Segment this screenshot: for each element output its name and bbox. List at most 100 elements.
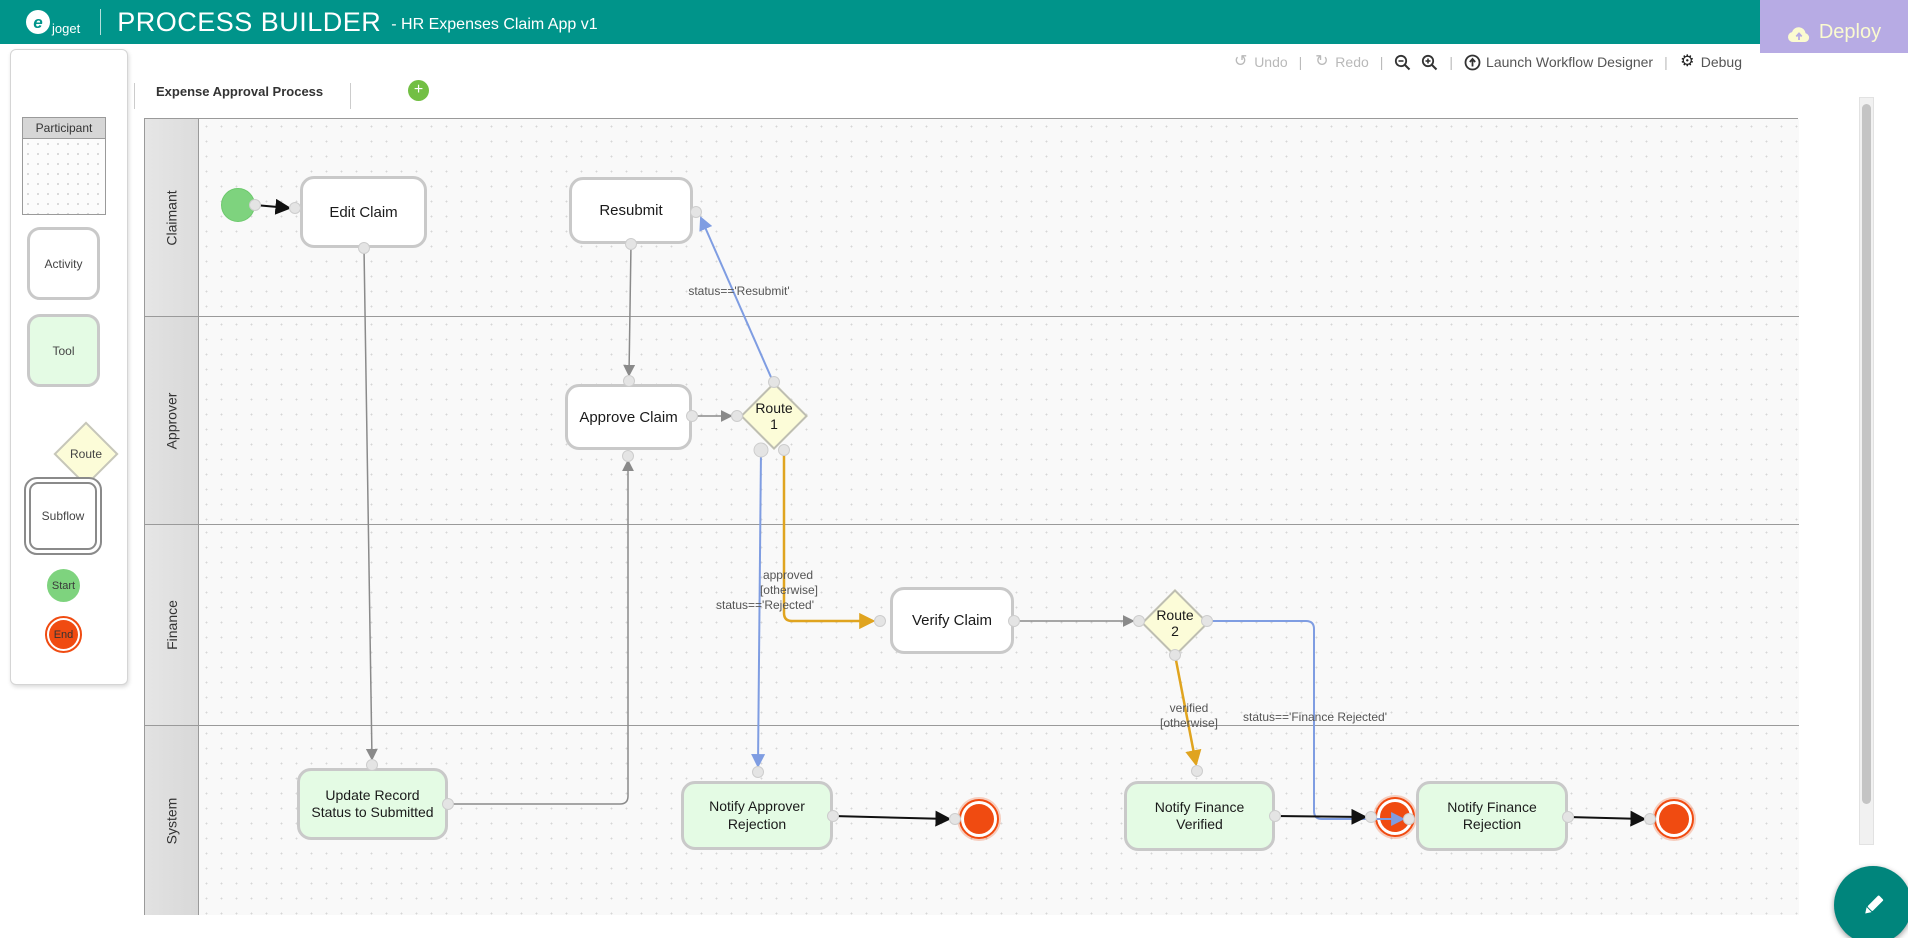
node-label: Verify Claim — [911, 612, 993, 629]
node-route-2[interactable]: Route 2 — [1141, 589, 1209, 657]
node-route-1[interactable]: Route 1 — [740, 382, 808, 450]
debug-button[interactable]: ⚙ Debug — [1679, 54, 1742, 71]
start-node[interactable] — [221, 188, 255, 222]
gear-icon: ⚙ — [1680, 53, 1695, 70]
toolbar-separator: | — [1298, 54, 1303, 70]
toolbar-separator: | — [1379, 54, 1384, 70]
node-resubmit[interactable]: Resubmit — [569, 177, 693, 244]
end-inner-circle: End — [49, 620, 78, 649]
scrollbar-thumb[interactable] — [1862, 104, 1871, 804]
toolbar-separator: | — [1664, 54, 1668, 70]
palette-item-start[interactable]: Start — [47, 569, 80, 602]
participant-label: Participant — [23, 118, 105, 139]
page-title: PROCESS BUILDER — [117, 6, 382, 37]
deploy-label: Deploy — [1818, 21, 1882, 43]
node-label: Update Record Status to Submitted — [311, 786, 434, 821]
palette-item-end[interactable]: End — [45, 616, 82, 653]
tab-divider — [350, 83, 351, 109]
lane-system-label[interactable]: System — [145, 726, 199, 915]
tab-expense-approval-process[interactable]: Expense Approval Process — [156, 84, 323, 99]
node-approve-claim[interactable]: Approve Claim — [565, 384, 692, 450]
node-notify-finance-verified[interactable]: Notify Finance Verified — [1124, 781, 1275, 851]
zoom-in-button[interactable] — [1421, 54, 1438, 71]
process-tab-bar: Expense Approval Process + — [0, 80, 1908, 118]
process-builder-window: e joget PROCESS BUILDER - HR Expenses Cl… — [0, 0, 1908, 938]
end-node-2[interactable] — [1375, 797, 1415, 837]
start-label: Start — [51, 579, 76, 592]
edge-label-resubmit-condition: status=='Resubmit' — [688, 284, 790, 298]
joget-logo: e joget — [26, 10, 81, 36]
edit-fab-button[interactable] — [1834, 866, 1908, 938]
node-label: Route 2 — [1156, 606, 1194, 639]
launch-workflow-designer-button[interactable]: Launch Workflow Designer — [1464, 54, 1653, 71]
redo-button[interactable]: ↻ Redo — [1313, 53, 1369, 71]
debug-label: Debug — [1700, 54, 1742, 70]
deploy-button[interactable]: Deploy — [1760, 0, 1908, 53]
node-notify-approver-rejection[interactable]: Notify Approver Rejection — [681, 781, 833, 850]
app-header: e joget PROCESS BUILDER - HR Expenses Cl… — [0, 0, 1908, 44]
undo-label: Undo — [1254, 54, 1288, 70]
node-label: Notify Finance Rejection — [1447, 798, 1537, 833]
zoom-out-button[interactable] — [1394, 54, 1411, 71]
lane-claimant-label[interactable]: Claimant — [145, 119, 199, 316]
end-inner-circle — [1380, 802, 1410, 832]
undo-button[interactable]: ↺ Undo — [1232, 53, 1288, 71]
shape-palette: Participant Activity Tool Route Subflow … — [10, 49, 128, 685]
lane-approver: Approver — [145, 316, 1799, 524]
activity-label: Activity — [44, 256, 83, 271]
toolbar-separator: | — [1449, 54, 1454, 70]
node-notify-finance-rejection[interactable]: Notify Finance Rejection — [1416, 781, 1568, 851]
end-node-1[interactable] — [959, 799, 999, 839]
edge-label-approved: approved — [762, 568, 813, 582]
undo-icon: ↺ — [1233, 53, 1248, 70]
cloud-upload-icon — [1787, 27, 1809, 43]
launch-label: Launch Workflow Designer — [1486, 54, 1654, 70]
lane-approver-label[interactable]: Approver — [145, 317, 199, 524]
pencil-icon — [1865, 895, 1884, 914]
edge-label-otherwise-2: [otherwise] — [1159, 716, 1219, 730]
app-name-subtitle: - HR Expenses Claim App v1 — [391, 16, 598, 33]
launch-icon — [1464, 54, 1481, 71]
joget-logo-icon: e — [26, 10, 50, 34]
joget-logo-text: joget — [52, 21, 81, 36]
node-verify-claim[interactable]: Verify Claim — [890, 587, 1014, 654]
node-edit-claim[interactable]: Edit Claim — [300, 176, 427, 248]
palette-item-activity[interactable]: Activity — [27, 227, 100, 300]
redo-icon: ↻ — [1315, 53, 1329, 70]
lane-approver-body[interactable] — [199, 317, 1799, 524]
node-label: Approve Claim — [579, 408, 678, 426]
vertical-scrollbar[interactable] — [1859, 97, 1874, 845]
header-divider — [100, 9, 102, 35]
edge-label-verified: verified — [1169, 701, 1209, 715]
process-canvas[interactable]: Claimant Approver Finance System Edit Cl… — [144, 118, 1799, 915]
route-label: Route — [69, 447, 103, 461]
builder-toolbar: ↺ Undo | ↻ Redo | | Launch Workflow Desi… — [0, 44, 1908, 80]
node-label: Edit Claim — [329, 203, 398, 221]
palette-item-participant[interactable]: Participant — [22, 117, 106, 215]
tab-divider — [134, 83, 135, 109]
lane-finance-label[interactable]: Finance — [145, 525, 199, 725]
node-label: Notify Approver Rejection — [709, 798, 805, 832]
participant-body — [23, 139, 105, 214]
edge-label-finance-rejected-condition: status=='Finance Rejected' — [1243, 710, 1387, 724]
edge-label-otherwise-1: [otherwise] — [759, 583, 818, 597]
end-label: End — [53, 628, 74, 641]
node-label: Resubmit — [599, 202, 663, 219]
node-update-record-status[interactable]: Update Record Status to Submitted — [297, 768, 448, 840]
subflow-inner-border: Subflow — [29, 482, 97, 550]
zoom-out-icon — [1394, 54, 1411, 71]
node-label: Notify Finance Verified — [1154, 798, 1245, 833]
palette-item-route[interactable]: Route — [53, 421, 119, 487]
add-process-button[interactable]: + — [408, 80, 429, 101]
palette-item-tool[interactable]: Tool — [27, 314, 100, 387]
node-label: Route 1 — [755, 399, 793, 432]
lane-claimant-body[interactable] — [199, 119, 1799, 316]
end-inner-circle — [964, 804, 994, 834]
zoom-in-icon — [1421, 54, 1438, 71]
subflow-label: Subflow — [41, 509, 85, 523]
tool-label: Tool — [52, 343, 75, 358]
redo-label: Redo — [1335, 54, 1369, 70]
edge-label-rejected-condition: status=='Rejected' — [716, 598, 814, 612]
palette-item-subflow[interactable]: Subflow — [24, 477, 102, 555]
end-node-3[interactable] — [1654, 799, 1694, 839]
